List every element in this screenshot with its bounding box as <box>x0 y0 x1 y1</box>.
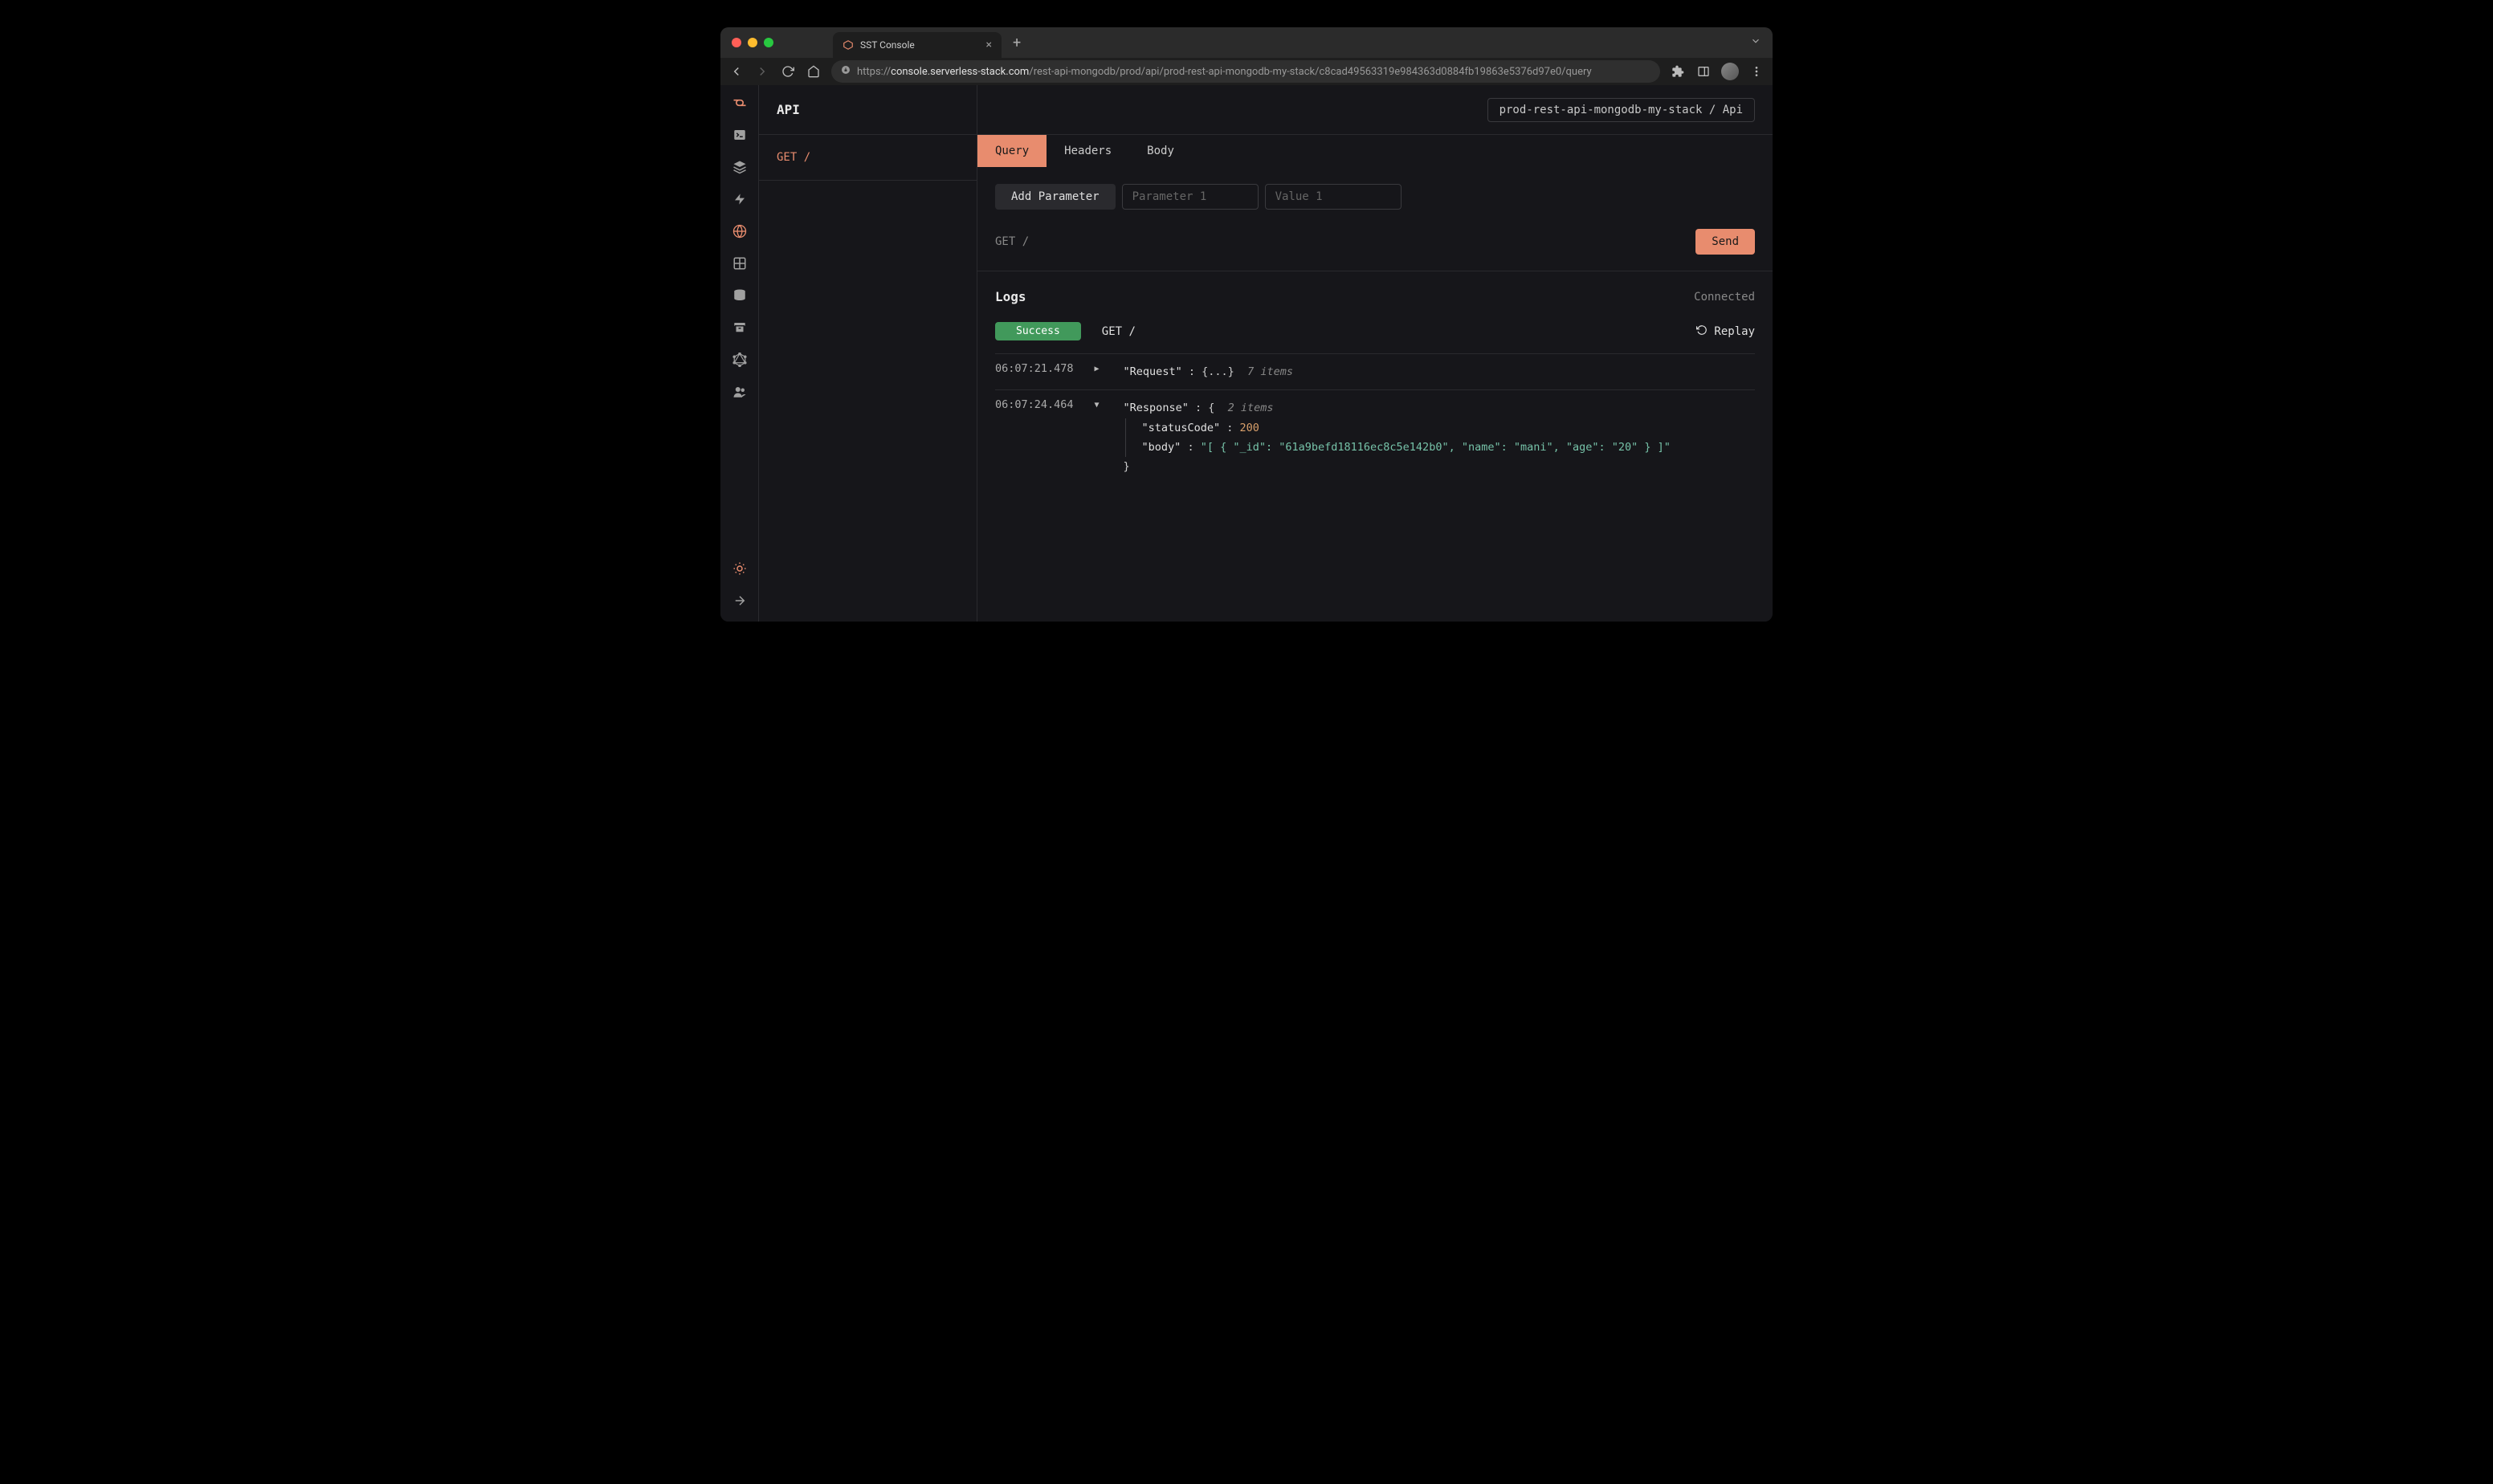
expand-icon[interactable]: ▶ <box>1095 365 1103 373</box>
sun-icon[interactable] <box>732 561 748 577</box>
log-entry: 06:07:24.464 ▼ "Response" : { 2 items "s… <box>995 389 1755 484</box>
parameter-value-input[interactable] <box>1265 184 1402 210</box>
replay-label: Replay <box>1714 325 1755 338</box>
layers-icon[interactable] <box>732 159 748 175</box>
replay-button[interactable]: Replay <box>1696 324 1755 339</box>
page-title: API <box>759 85 977 135</box>
logs-header: Logs Connected <box>995 289 1755 304</box>
request-row: GET / Send <box>977 226 1773 271</box>
window-minimize-icon[interactable] <box>748 38 757 47</box>
url-bar[interactable]: https://console.serverless-stack.com/res… <box>831 60 1660 83</box>
panel-icon[interactable] <box>1695 63 1712 80</box>
tab-favicon-icon <box>843 39 854 51</box>
back-icon[interactable] <box>728 63 745 80</box>
terminal-icon[interactable] <box>732 127 748 143</box>
route-item[interactable]: GET / <box>759 135 977 181</box>
window-maximize-icon[interactable] <box>764 38 773 47</box>
logs-title: Logs <box>995 289 1026 304</box>
grid-icon[interactable] <box>732 255 748 271</box>
browser-window: SST Console × + https://console.serverle… <box>720 27 1773 622</box>
tabs: Query Headers Body <box>977 135 1773 168</box>
connection-status: Connected <box>1694 291 1755 304</box>
lock-icon <box>841 65 851 78</box>
log-route: GET / <box>1102 325 1136 338</box>
log-body: "Request" : {...} 7 items <box>1124 362 1755 381</box>
route-list: GET / <box>759 135 977 181</box>
browser-toolbar: https://console.serverless-stack.com/res… <box>720 58 1773 85</box>
reload-icon[interactable] <box>780 63 796 80</box>
traffic-lights <box>720 38 785 47</box>
main-header: prod-rest-api-mongodb-my-stack / Api <box>977 85 1773 135</box>
logs-section: Logs Connected Success GET / Replay 06:0… <box>977 271 1773 622</box>
tab-headers[interactable]: Headers <box>1047 135 1129 167</box>
tab-title: SST Console <box>860 39 915 51</box>
graphql-icon[interactable] <box>732 352 748 368</box>
send-button[interactable]: Send <box>1695 229 1755 255</box>
tab-query[interactable]: Query <box>977 135 1047 167</box>
url-text: https://console.serverless-stack.com/res… <box>857 66 1592 78</box>
globe-icon[interactable] <box>732 223 748 239</box>
params-row: Add Parameter <box>977 168 1773 226</box>
main-panel: prod-rest-api-mongodb-my-stack / Api Que… <box>977 85 1773 622</box>
sidebar: API GET / <box>759 85 977 622</box>
breadcrumb[interactable]: prod-rest-api-mongodb-my-stack / Api <box>1487 98 1755 122</box>
app-root: API GET / prod-rest-api-mongodb-my-stack… <box>720 85 1773 622</box>
log-summary: Success GET / Replay <box>995 322 1755 340</box>
archive-icon[interactable] <box>732 320 748 336</box>
browser-tab[interactable]: SST Console × <box>833 32 1002 58</box>
status-badge: Success <box>995 322 1081 340</box>
extensions-icon[interactable] <box>1670 63 1686 80</box>
tab-close-icon[interactable]: × <box>986 39 992 51</box>
window-close-icon[interactable] <box>732 38 741 47</box>
log-timestamp: 06:07:24.464 <box>995 398 1074 411</box>
forward-icon <box>754 63 770 80</box>
users-icon[interactable] <box>732 384 748 400</box>
logo-icon[interactable] <box>732 95 748 111</box>
replay-icon <box>1696 324 1708 339</box>
lightning-icon[interactable] <box>732 191 748 207</box>
chevron-down-icon[interactable] <box>1750 35 1761 50</box>
parameter-key-input[interactable] <box>1122 184 1259 210</box>
profile-avatar[interactable] <box>1721 63 1739 80</box>
tab-body[interactable]: Body <box>1129 135 1192 167</box>
browser-titlebar: SST Console × + <box>720 27 1773 58</box>
collapse-icon[interactable]: ▼ <box>1095 401 1103 410</box>
request-label: GET / <box>995 235 1029 248</box>
arrow-right-icon[interactable] <box>732 593 748 609</box>
menu-icon[interactable] <box>1748 63 1765 80</box>
log-timestamp: 06:07:21.478 <box>995 362 1074 375</box>
home-icon[interactable] <box>806 63 822 80</box>
database-icon[interactable] <box>732 287 748 304</box>
new-tab-button[interactable]: + <box>1013 35 1021 51</box>
log-body: "Response" : { 2 items "statusCode" : 20… <box>1124 398 1755 476</box>
nav-rail <box>720 85 759 622</box>
add-parameter-button[interactable]: Add Parameter <box>995 184 1116 210</box>
log-entry: 06:07:21.478 ▶ "Request" : {...} 7 items <box>995 353 1755 389</box>
